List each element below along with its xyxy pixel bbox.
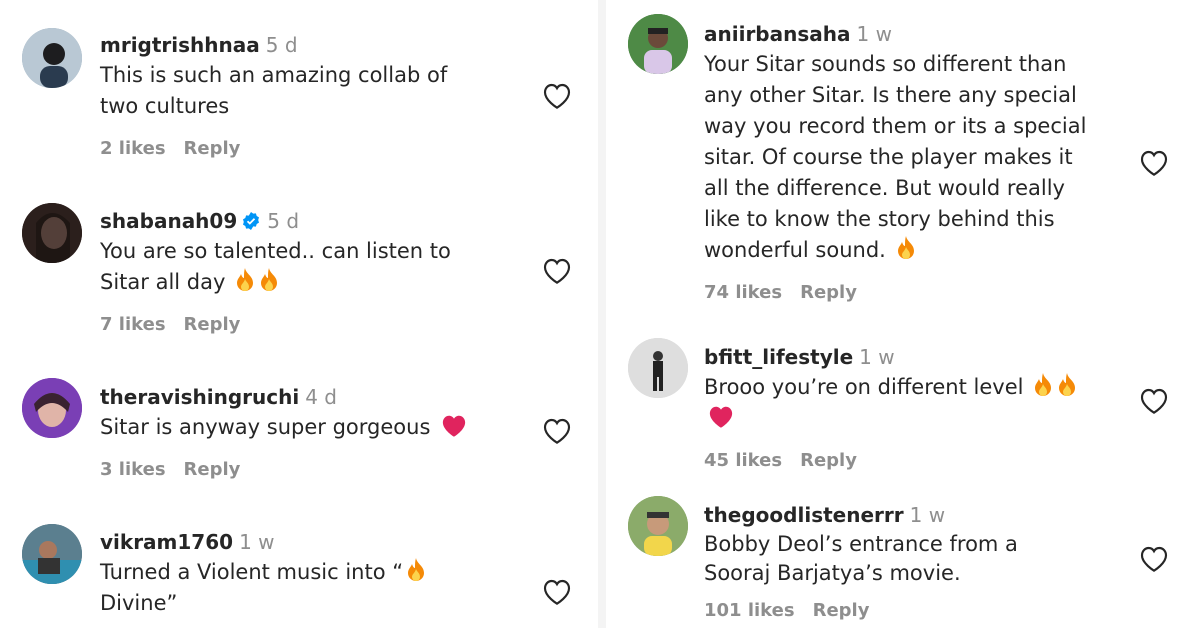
comment-username[interactable]: aniirbansaha [704,22,851,46]
fire-emoji-icon [261,268,278,291]
like-heart-icon[interactable] [541,256,573,284]
comment-time[interactable]: 4 d [305,385,337,409]
comment-time[interactable]: 5 d [267,209,299,233]
comment-username[interactable]: shabanah09 [100,209,237,233]
panel-divider [598,0,606,628]
avatar[interactable] [22,378,82,438]
comment-username[interactable]: vikram1760 [100,530,233,554]
fire-emoji-icon [237,268,254,291]
like-heart-icon[interactable] [1138,544,1170,572]
left-comment-panel: mrigtrishhnaa 5 d This is such an amazing… [0,0,598,628]
reply-button[interactable]: Reply [184,459,241,480]
likes-count[interactable]: 3 likes [100,459,166,480]
like-heart-icon[interactable] [1138,386,1170,414]
comment-username[interactable]: thegoodlistenerrr [704,503,904,527]
avatar[interactable] [628,14,688,74]
comment-text: Your Sitar sounds so different than any … [704,52,1087,262]
comment-username[interactable]: theravishingruchi [100,385,299,409]
fire-emoji-icon [897,236,914,259]
comment-text: You are so talented.. can listen to Sita… [100,239,451,294]
comment-text: Turned a Violent music into “ Divine” [100,557,427,619]
like-heart-icon[interactable] [1138,148,1170,176]
red-heart-emoji-icon [709,406,733,428]
right-comment-panel: aniirbansaha 1 w Your Sitar sounds so dif… [606,0,1200,628]
comment-time[interactable]: 1 w [859,345,894,369]
comment-text: This is such an amazing collab of two cu… [100,63,448,118]
verified-badge-icon [243,212,260,230]
avatar[interactable] [22,28,82,88]
likes-count[interactable]: 7 likes [100,314,166,335]
comment-time[interactable]: 5 d [266,33,298,57]
avatar[interactable] [22,524,82,584]
like-heart-icon[interactable] [541,577,573,605]
red-heart-emoji-icon [442,415,466,437]
avatar[interactable] [22,203,82,263]
reply-button[interactable]: Reply [184,314,241,335]
likes-count[interactable]: 101 likes [704,600,795,621]
reply-button[interactable]: Reply [800,282,857,303]
like-heart-icon[interactable] [541,81,573,109]
reply-button[interactable]: Reply [800,450,857,471]
likes-count[interactable]: 45 likes [704,450,782,471]
likes-count[interactable]: 74 likes [704,282,782,303]
fire-emoji-icon [408,558,425,581]
likes-count[interactable]: 2 likes [100,138,166,159]
fire-emoji-icon [1059,373,1076,396]
like-heart-icon[interactable] [541,416,573,444]
comment-time[interactable]: 1 w [239,530,274,554]
comment-text: Sitar is anyway super gorgeous [100,412,469,443]
comment-text: Bobby Deol’s entrance from a Sooraj Barj… [704,532,1018,585]
comment-username[interactable]: bfitt_lifestyle [704,345,853,369]
avatar[interactable] [628,496,688,556]
reply-button[interactable]: Reply [813,600,870,621]
comment-username[interactable]: mrigtrishhnaa [100,33,260,57]
comment-time[interactable]: 1 w [910,503,945,527]
comment-time[interactable]: 1 w [857,22,892,46]
reply-button[interactable]: Reply [184,138,241,159]
fire-emoji-icon [1035,373,1052,396]
avatar[interactable] [628,338,688,398]
comment-text: Brooo you’re on different level [704,372,1078,434]
